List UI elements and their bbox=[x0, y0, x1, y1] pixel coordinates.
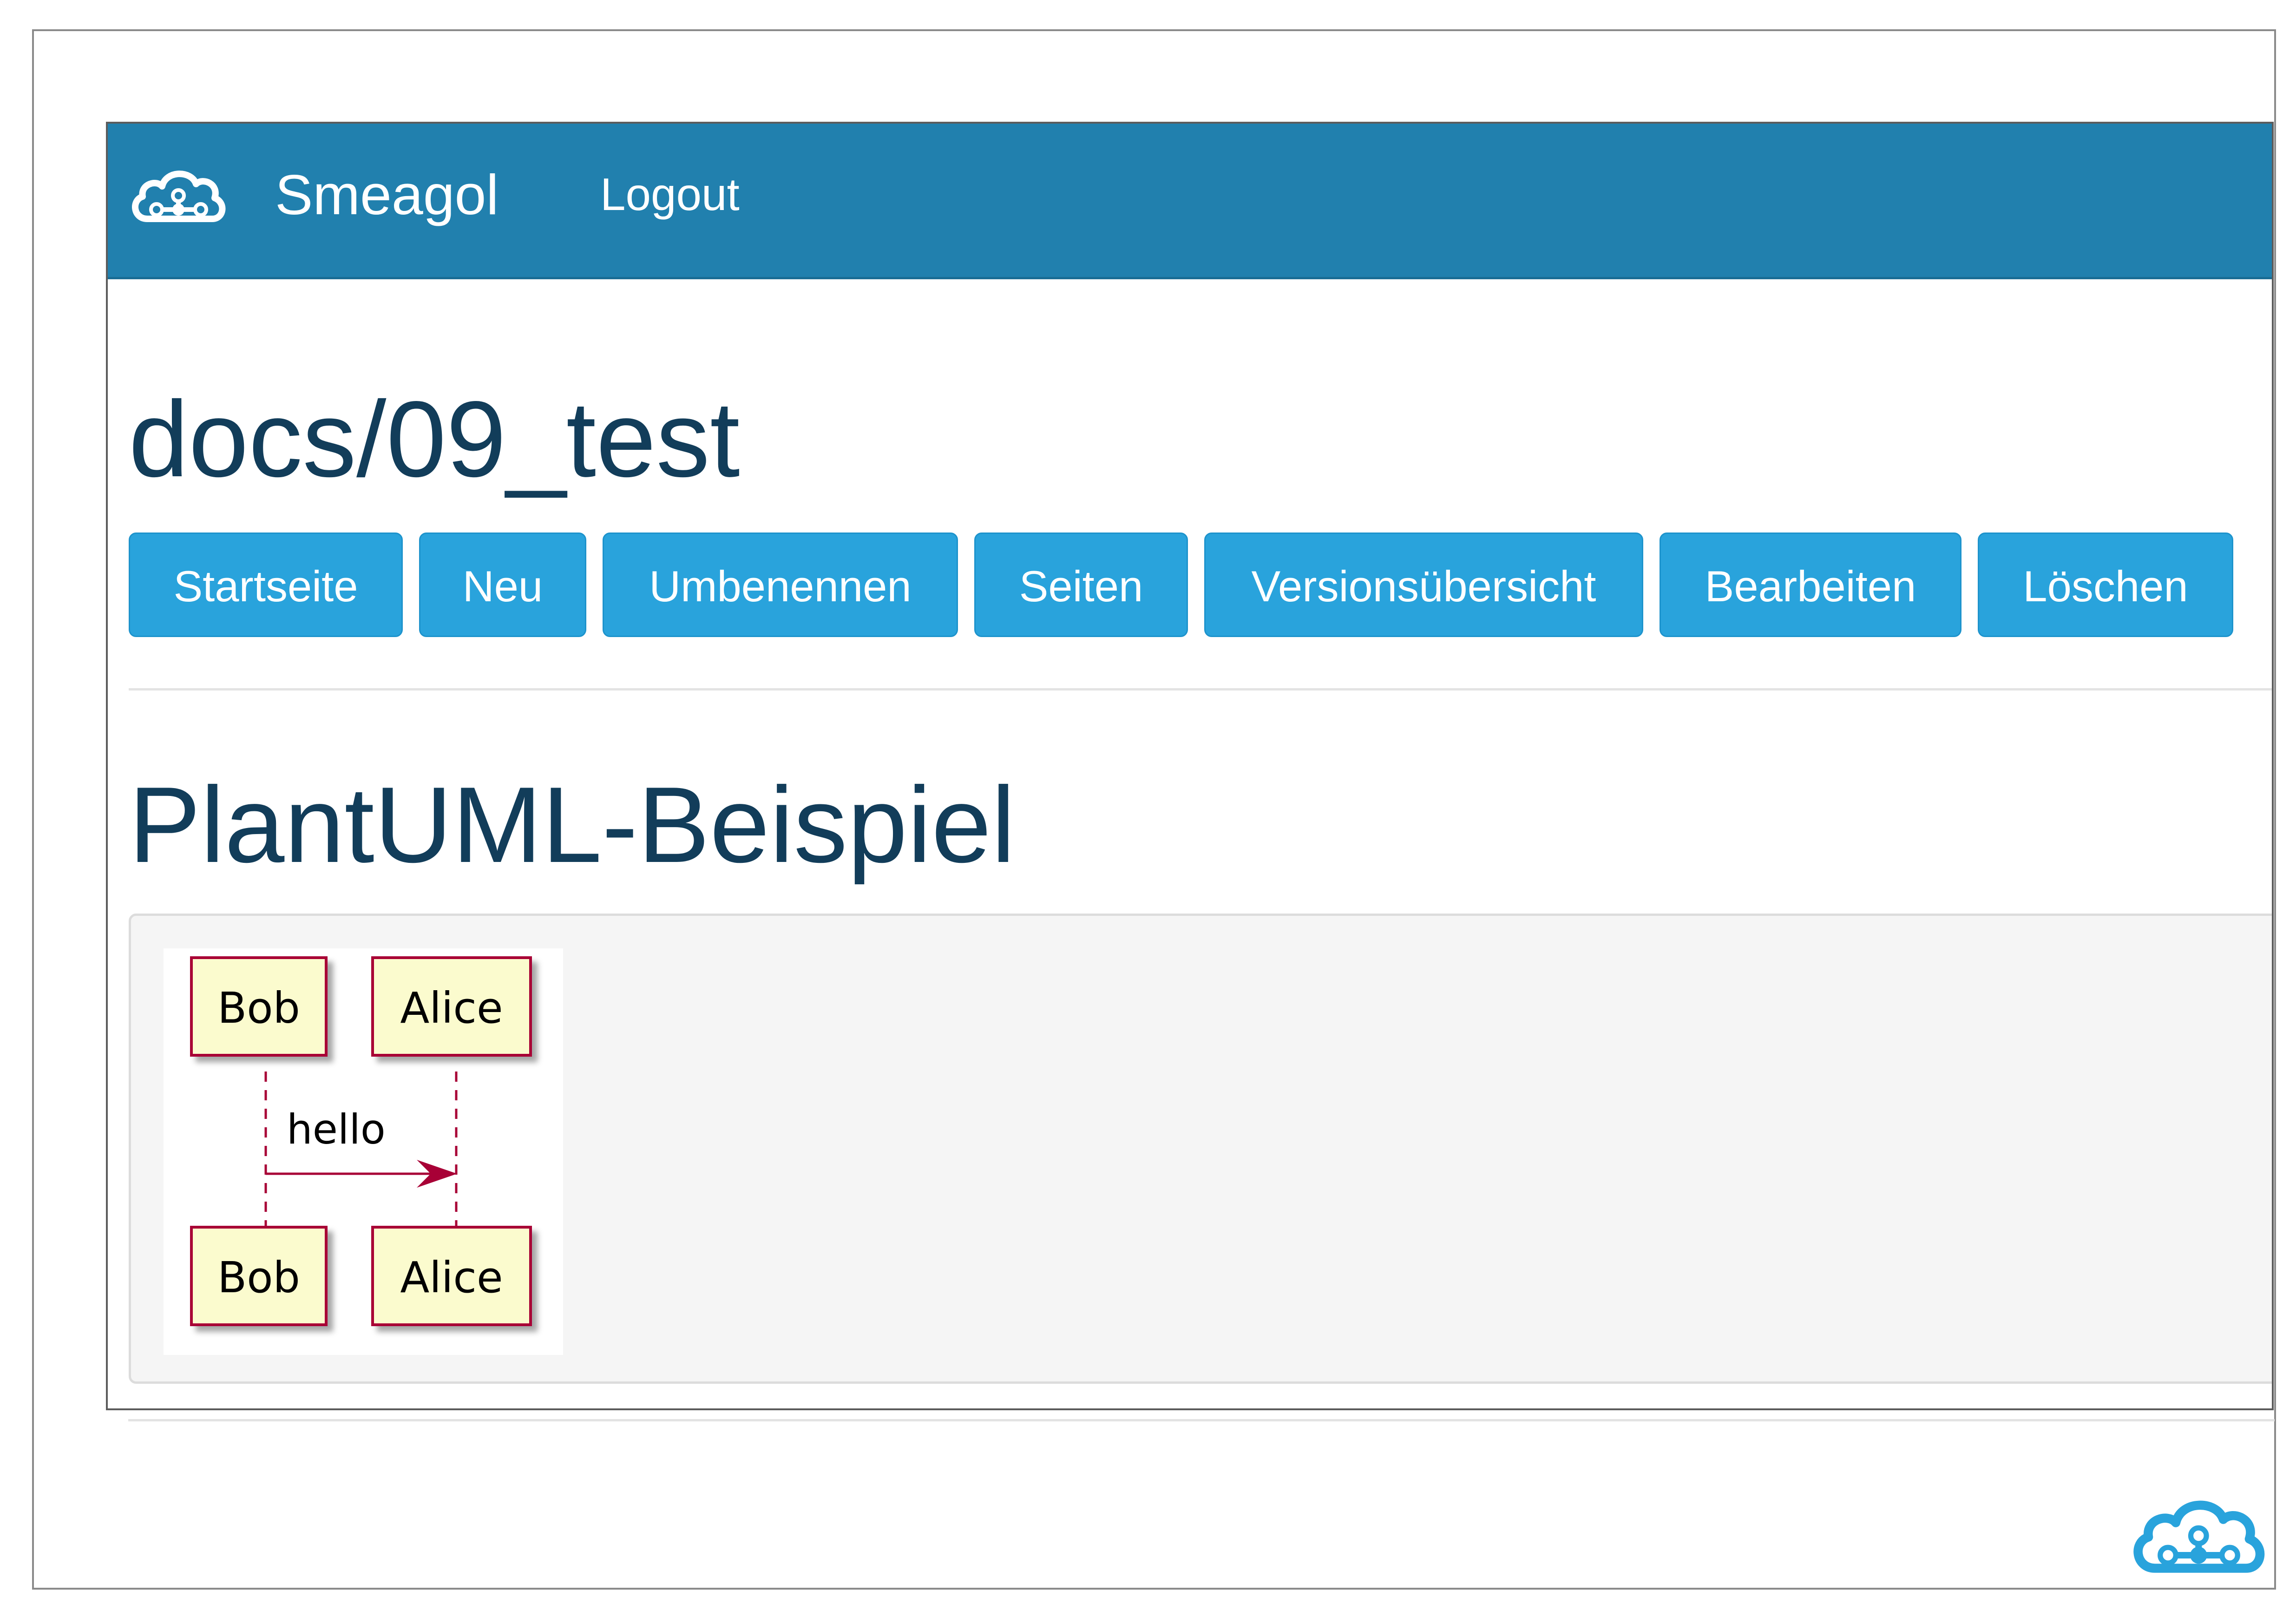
neu-button[interactable]: Neu bbox=[419, 533, 586, 637]
sequence-diagram: Bob Alice hello Bob Alice bbox=[164, 948, 563, 1355]
browser-viewport: Smeagol Logout docs/09_test Startseite N… bbox=[106, 122, 2274, 1410]
umbenennen-button[interactable]: Umbenennen bbox=[603, 533, 958, 637]
participant-label-alice-bottom: Alice bbox=[400, 1253, 503, 1302]
screenshot-frame: Smeagol Logout docs/09_test Startseite N… bbox=[32, 29, 2276, 1590]
versionsuebersicht-button[interactable]: Versionsübersicht bbox=[1204, 533, 1643, 637]
section-heading: PlantUML-Beispiel bbox=[129, 765, 1016, 885]
participant-label-bob-top: Bob bbox=[217, 983, 300, 1033]
footer-divider bbox=[128, 1419, 2275, 1421]
startseite-button[interactable]: Startseite bbox=[129, 533, 403, 637]
seiten-button[interactable]: Seiten bbox=[974, 533, 1188, 637]
logout-link[interactable]: Logout bbox=[600, 166, 740, 222]
bearbeiten-button[interactable]: Bearbeiten bbox=[1660, 533, 1961, 637]
page-title: docs/09_test bbox=[129, 379, 740, 500]
cloud-network-icon[interactable] bbox=[129, 163, 229, 233]
page-toolbar: Startseite Neu Umbenennen Seiten Version… bbox=[108, 533, 2272, 639]
diagram-panel: Bob Alice hello Bob Alice bbox=[129, 914, 2272, 1384]
cloud-network-icon bbox=[2133, 1500, 2265, 1573]
content-divider bbox=[129, 688, 2272, 690]
navbar: Smeagol Logout bbox=[108, 124, 2272, 279]
loeschen-button[interactable]: Löschen bbox=[1978, 533, 2233, 637]
participant-label-alice-top: Alice bbox=[400, 983, 503, 1033]
brand-name[interactable]: Smeagol bbox=[275, 160, 499, 230]
message-label: hello bbox=[287, 1105, 386, 1153]
participant-label-bob-bottom: Bob bbox=[217, 1253, 300, 1302]
